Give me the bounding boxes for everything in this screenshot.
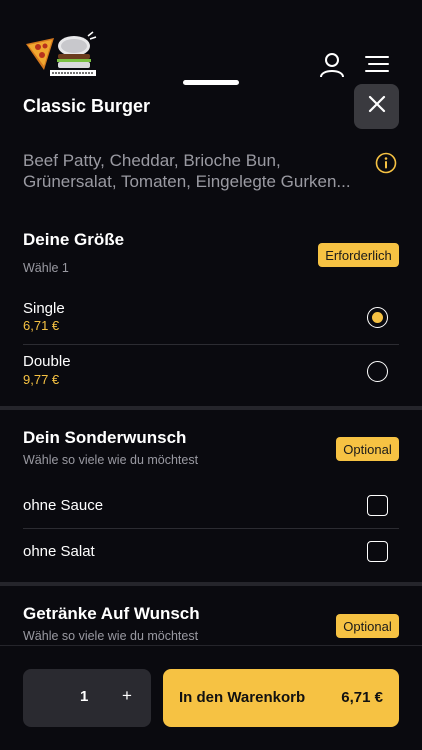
radio-single[interactable]	[367, 307, 388, 328]
section-separator	[0, 406, 422, 410]
option-name: ohne Sauce	[23, 497, 104, 514]
restaurant-logo[interactable]	[24, 30, 98, 78]
option-name: Double	[23, 353, 71, 370]
product-description: Beef Patty, Cheddar, Brioche Bun, Grüner…	[23, 151, 351, 191]
option-name: Single	[23, 300, 65, 317]
quantity-value: 1	[80, 688, 89, 705]
checkbox-ohne-sauce[interactable]	[367, 495, 388, 516]
section-subtitle-size: Wähle 1	[23, 261, 69, 275]
user-icon[interactable]	[318, 52, 346, 78]
section-subtitle-special: Wähle so viele wie du möchtest	[23, 453, 199, 467]
product-title: Classic Burger	[23, 96, 151, 116]
option-price: 9,77 €	[23, 372, 60, 387]
section-title-drinks: Getränke Auf Wunsch	[23, 604, 200, 623]
section-subtitle-drinks: Wähle so viele wie du möchtest	[23, 629, 199, 643]
header	[0, 0, 422, 86]
optional-badge: Optional	[336, 614, 399, 638]
menu-icon[interactable]	[365, 55, 389, 73]
checkbox-ohne-salat[interactable]	[367, 541, 388, 562]
option-price: 6,71 €	[23, 318, 60, 333]
cart-price: 6,71 €	[341, 689, 383, 706]
radio-double[interactable]	[367, 361, 388, 382]
section-separator	[0, 582, 422, 586]
option-name: ohne Salat	[23, 543, 95, 560]
sheet-grabber[interactable]	[183, 80, 239, 85]
section-title-size: Deine Größe	[23, 230, 125, 249]
close-icon	[368, 95, 386, 118]
optional-badge: Optional	[336, 437, 399, 461]
close-button[interactable]	[354, 84, 399, 129]
add-to-cart-button[interactable]: In den Warenkorb 6,71 €	[163, 669, 399, 727]
cart-label: In den Warenkorb	[179, 689, 306, 706]
required-badge: Erforderlich	[318, 243, 399, 267]
info-icon[interactable]	[375, 152, 397, 174]
divider	[23, 344, 399, 345]
divider	[23, 528, 399, 529]
section-title-special: Dein Sonderwunsch	[23, 428, 187, 447]
quantity-plus-button[interactable]: +	[122, 686, 132, 706]
